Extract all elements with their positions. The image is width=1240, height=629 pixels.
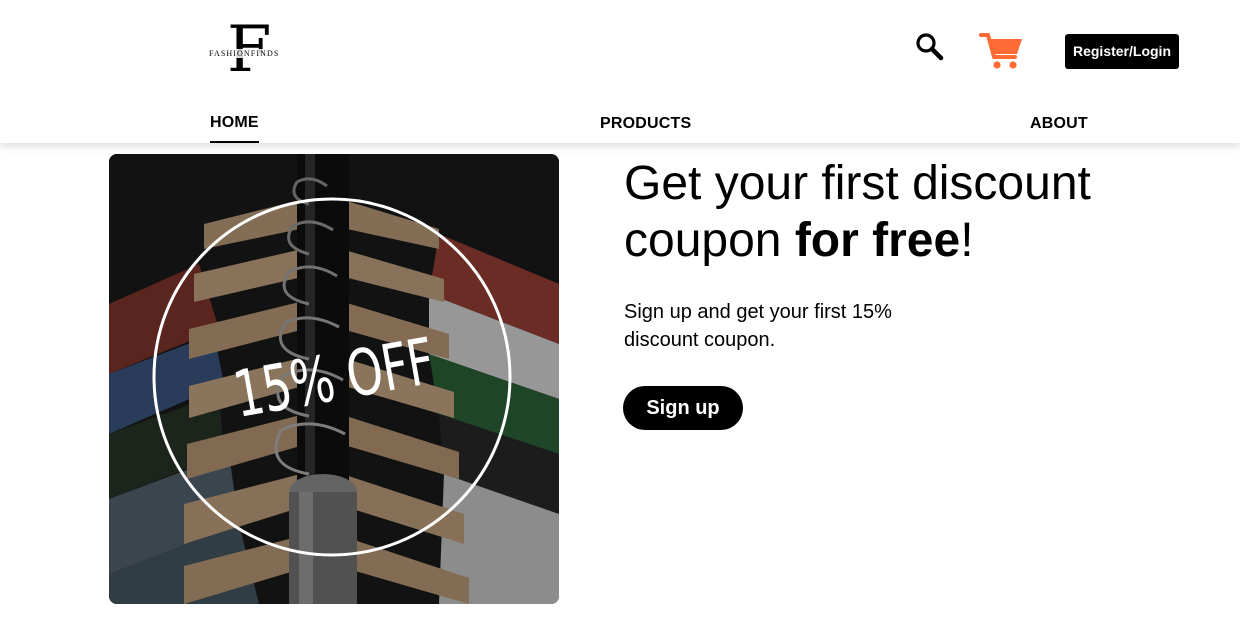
site-header: F FASHIONFINDS Register/Login HOME PRODU…: [0, 0, 1240, 143]
hero-subtext: Sign up and get your first 15% discount …: [624, 301, 892, 351]
headline-exclamation: !: [960, 214, 974, 267]
fashionfinds-logo[interactable]: F FASHIONFINDS: [205, 18, 291, 84]
discount-overlay: 15% OFF: [109, 154, 559, 604]
hero-promo-image: 15% OFF: [109, 154, 559, 604]
signup-button[interactable]: Sign up: [623, 386, 743, 430]
hero-headline: Get your first discount coupon for free!: [624, 155, 1240, 269]
cart-icon[interactable]: [978, 30, 1024, 72]
nav-home[interactable]: HOME: [210, 113, 259, 143]
register-login-button[interactable]: Register/Login: [1065, 34, 1179, 69]
search-icon[interactable]: [914, 31, 944, 61]
discount-text: 15% OFF: [228, 325, 440, 433]
nav-products[interactable]: PRODUCTS: [600, 114, 691, 134]
headline-emphasis: for free: [794, 214, 961, 267]
nav-about[interactable]: ABOUT: [1030, 114, 1088, 134]
logo-wordmark: FASHIONFINDS: [208, 49, 281, 58]
